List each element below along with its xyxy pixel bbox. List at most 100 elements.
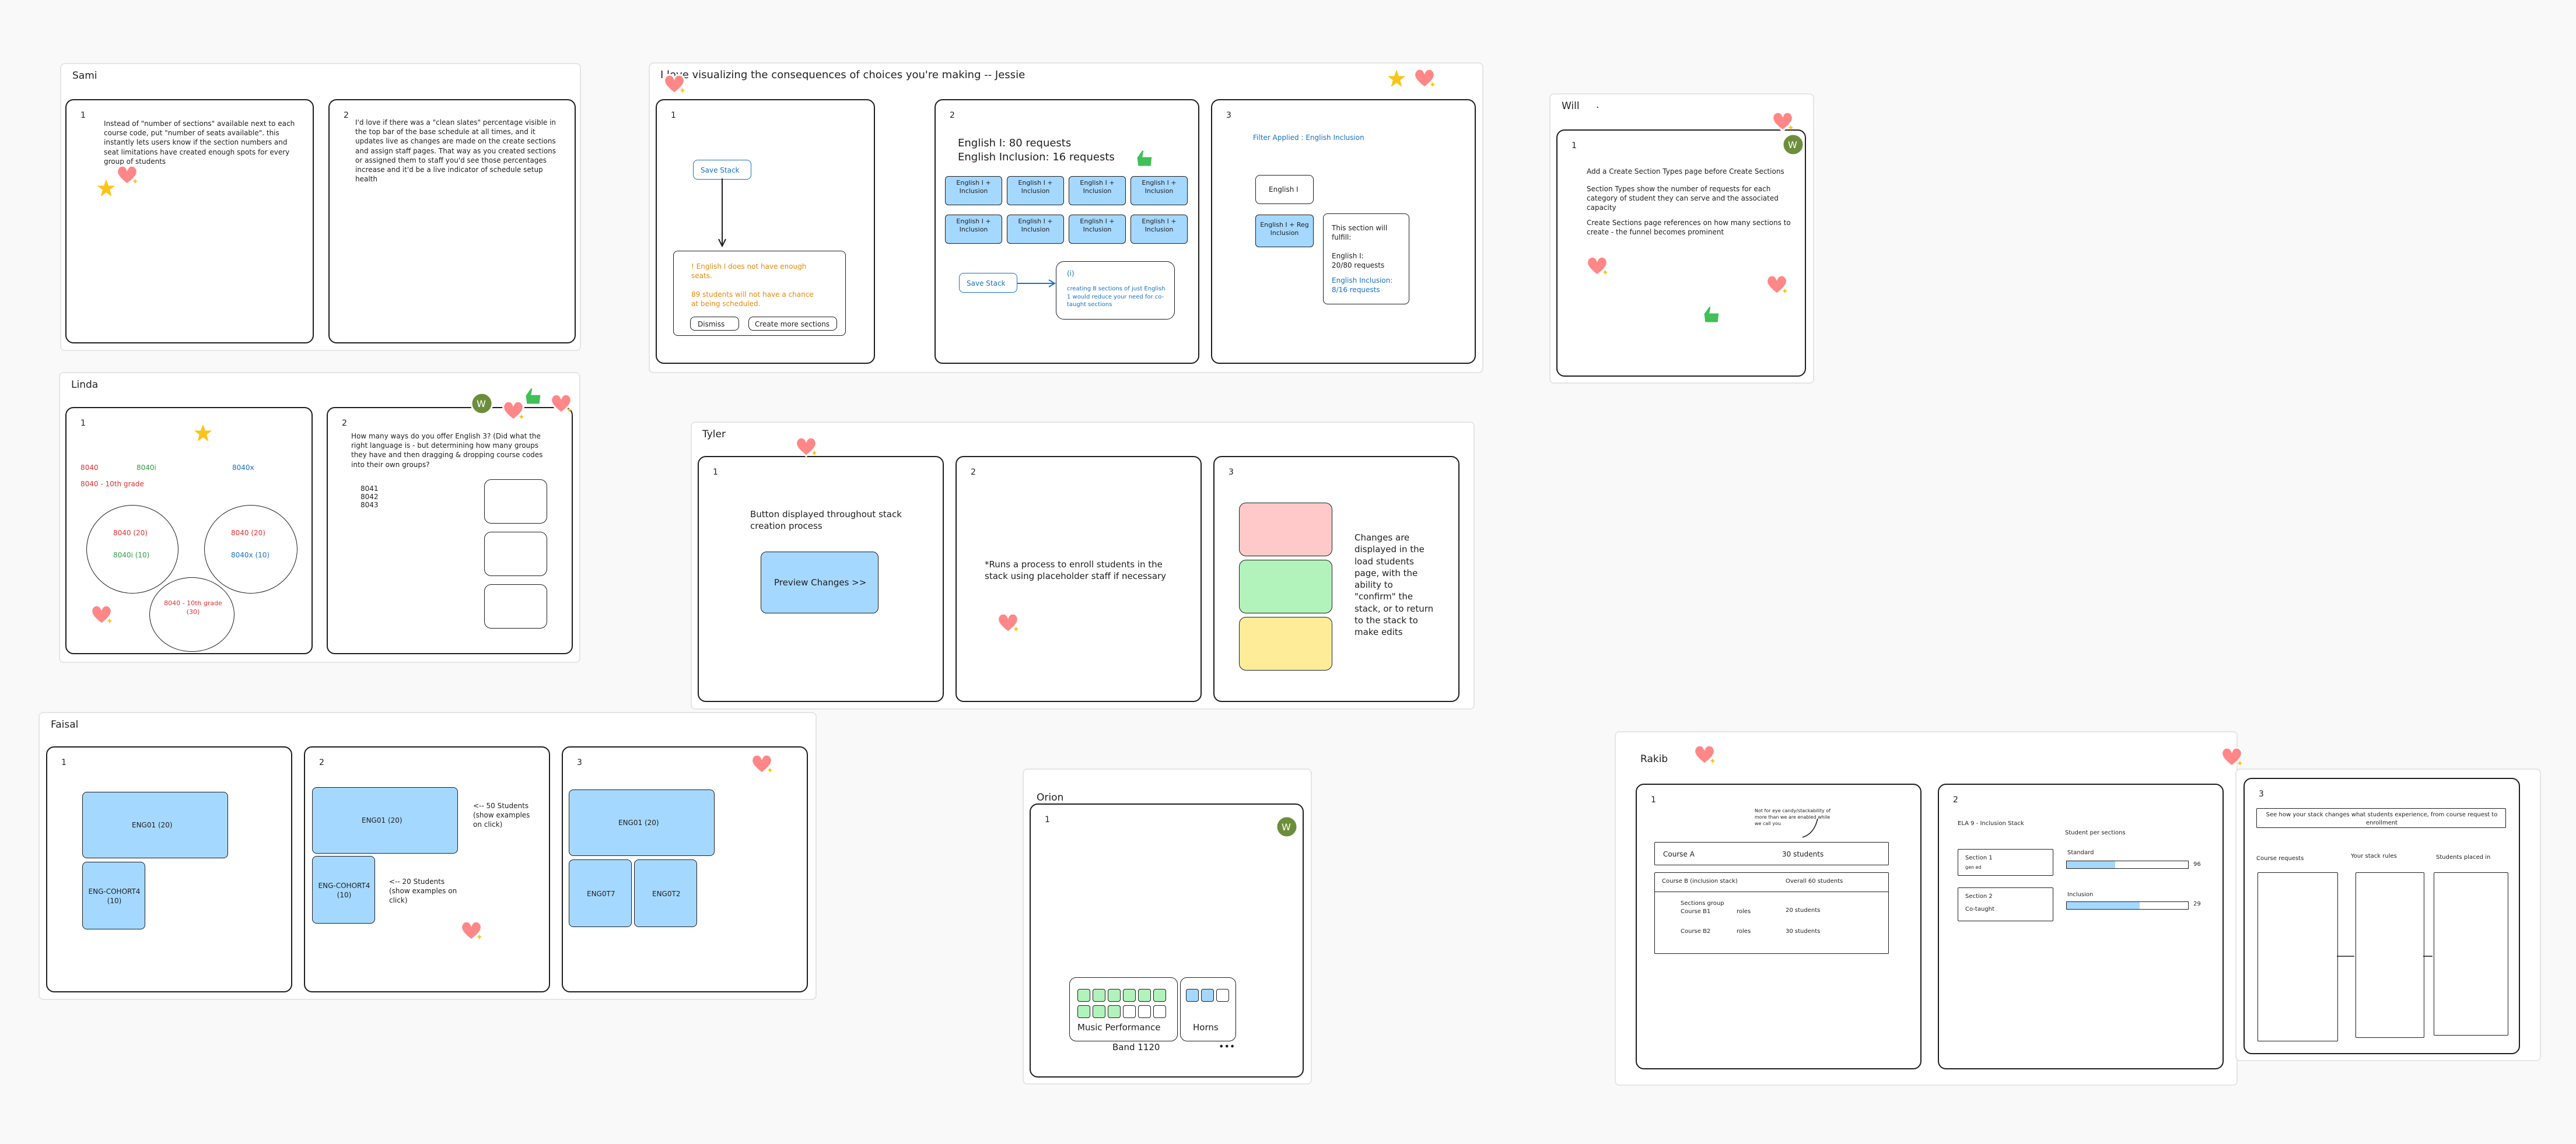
- svg-text:W: W: [1788, 139, 1797, 150]
- seat-cell[interactable]: [1153, 989, 1166, 1002]
- section-1-box[interactable]: Section 1 gen ed: [1958, 849, 2053, 876]
- frame-title: Will: [1562, 100, 1580, 112]
- card-3[interactable]: 3 See how your stack changes what studen…: [2244, 778, 2520, 1054]
- card-2[interactable]: 2 ELA 9 - Inclusion Stack Student per se…: [1938, 784, 2224, 1069]
- card-3[interactable]: 3 ENG01 (20) ENG0T7 ENG0T2: [562, 746, 808, 992]
- heart-icon: ✦: [1584, 254, 1610, 280]
- header-box: See how your stack changes what students…: [2256, 808, 2506, 828]
- card-number: 1: [80, 419, 86, 428]
- standard-progress-bar: [2066, 861, 2189, 869]
- inclusion-progress-bar: [2066, 901, 2189, 910]
- svg-text:✦: ✦: [679, 86, 686, 96]
- heart-icon: ✦: [548, 392, 574, 417]
- seat-cell[interactable]: [1077, 1005, 1090, 1018]
- create-more-sections-button[interactable]: Create more sections: [748, 317, 837, 331]
- section-cell[interactable]: English I + Inclusion: [1130, 215, 1188, 244]
- section-cell[interactable]: English I + Inclusion: [1069, 176, 1126, 205]
- card-number: 2: [319, 758, 324, 767]
- group-drop-box[interactable]: [484, 532, 547, 576]
- seat-cell[interactable]: [1186, 989, 1199, 1002]
- section-cell[interactable]: English I + Inclusion: [1069, 215, 1126, 244]
- group-circle[interactable]: [86, 505, 178, 594]
- thumbs-up-icon: [1699, 302, 1724, 330]
- card-3[interactable]: 3 Filter Applied : English Inclusion Eng…: [1211, 99, 1476, 364]
- card-1[interactable]: 1 Music Performance Horns Band 1120 •••: [1030, 803, 1304, 1078]
- card-1[interactable]: 1 Button displayed throughout stack crea…: [698, 456, 944, 702]
- course-block[interactable]: ENG-COHORT4 (10): [82, 862, 145, 929]
- svg-text:✦: ✦: [1787, 124, 1794, 133]
- card-2[interactable]: 2 ENG01 (20) <-- 50 Students (show examp…: [304, 746, 550, 992]
- card-1[interactable]: 1 Instead of "number of sections" availa…: [65, 99, 314, 343]
- more-menu-icon[interactable]: •••: [1219, 1040, 1235, 1053]
- section-cell[interactable]: English I + Inclusion: [1007, 176, 1064, 205]
- course-block[interactable]: ENG01 (20): [312, 787, 458, 854]
- section-cell[interactable]: English I + Inclusion: [1130, 176, 1188, 205]
- course-block[interactable]: ENG0T2: [634, 859, 697, 927]
- suggestion-note: (i) creating 8 sections of just English …: [1056, 261, 1175, 320]
- section-cell[interactable]: English I + Inclusion: [1007, 215, 1064, 244]
- heart-icon: ✦: [1764, 273, 1790, 299]
- frame-title: I love visualizing the consequences of c…: [660, 69, 1026, 81]
- english-reg-inclusion-box[interactable]: English I + Reg Inclusion: [1255, 215, 1314, 247]
- card-text: I'd love if there was a "clean slates" p…: [355, 118, 556, 184]
- frame-title: Tyler: [702, 429, 726, 440]
- seat-cell[interactable]: [1216, 989, 1229, 1002]
- course-block[interactable]: ENG01 (20): [82, 792, 228, 858]
- seat-cell[interactable]: [1123, 1005, 1136, 1018]
- section-2-box[interactable]: Section 2 Co-taught: [1958, 887, 2053, 921]
- card-number: 3: [577, 758, 582, 767]
- seat-cell[interactable]: [1108, 989, 1121, 1002]
- course-block[interactable]: ENG-COHORT4 (10): [312, 856, 375, 924]
- card-1[interactable]: 1 Not for eye candy/stackability of more…: [1636, 784, 1922, 1069]
- card-3[interactable]: 3 Changes are displayed in the load stud…: [1213, 456, 1460, 702]
- group-drop-box[interactable]: [484, 584, 547, 629]
- save-stack-button[interactable]: Save Stack: [693, 160, 751, 180]
- svg-text:✦: ✦: [132, 177, 139, 187]
- card-number: 1: [80, 111, 86, 120]
- card-number: 1: [61, 758, 66, 767]
- thumbs-up-icon: [520, 384, 546, 412]
- seat-cell[interactable]: [1201, 989, 1214, 1002]
- seat-cell[interactable]: [1093, 989, 1105, 1002]
- heading-english: English I: 80 requests: [958, 137, 1072, 149]
- card-number: 2: [950, 111, 955, 120]
- avatar-badge-icon: W: [470, 392, 494, 417]
- seat-cell[interactable]: [1108, 1005, 1121, 1018]
- card-text: Instead of "number of sections" availabl…: [104, 120, 295, 166]
- group-circle[interactable]: [204, 505, 298, 594]
- course-block[interactable]: ENG01 (20): [569, 789, 715, 856]
- stack-rules-column: [2356, 872, 2424, 1038]
- card-1[interactable]: 1 Save Stack ! English I does not have e…: [656, 99, 875, 364]
- course-b-box[interactable]: Course B (inclusion stack) Overall 60 st…: [1654, 872, 1889, 954]
- group-drop-box[interactable]: [484, 479, 547, 524]
- card-2[interactable]: 2 I'd love if there was a "clean slates"…: [328, 99, 576, 343]
- preview-changes-button[interactable]: Preview Changes >>: [761, 552, 878, 613]
- heart-icon: ✦: [89, 603, 114, 629]
- dismiss-button[interactable]: Dismiss: [690, 317, 739, 331]
- section-cell[interactable]: English I + Inclusion: [945, 176, 1002, 205]
- seat-cell[interactable]: [1138, 1005, 1151, 1018]
- seat-cell[interactable]: [1123, 989, 1136, 1002]
- card-number: 2: [1953, 795, 1958, 805]
- card-2[interactable]: 2 *Runs a process to enroll students in …: [956, 456, 1202, 702]
- seat-cell[interactable]: [1077, 989, 1090, 1002]
- section-cell[interactable]: English I + Inclusion: [945, 215, 1002, 244]
- heart-icon: ✦: [793, 435, 819, 461]
- red-result-box: [1239, 503, 1332, 556]
- course-block[interactable]: ENG0T7: [569, 859, 632, 927]
- seat-cell[interactable]: [1093, 1005, 1105, 1018]
- card-2[interactable]: 2 English I: 80 requests English Inclusi…: [935, 99, 1199, 364]
- svg-text:✦: ✦: [518, 413, 525, 422]
- green-result-box: [1239, 560, 1332, 613]
- card-1[interactable]: 1 Add a Create Section Types page before…: [1556, 129, 1806, 377]
- card-1[interactable]: 1 ENG01 (20) ENG-COHORT4 (10): [46, 746, 292, 992]
- seat-cell[interactable]: [1153, 1005, 1166, 1018]
- english-i-box[interactable]: English I: [1255, 175, 1314, 204]
- course-a-row[interactable]: Course A 30 students: [1654, 842, 1889, 865]
- seat-cell[interactable]: [1138, 989, 1151, 1002]
- card-2[interactable]: 2 How many ways do you offer English 3? …: [327, 407, 573, 654]
- save-stack-button[interactable]: Save Stack: [959, 273, 1017, 293]
- avatar-badge-icon: W: [1782, 133, 1805, 159]
- heart-icon: ✦: [749, 752, 775, 778]
- card-number: 2: [344, 111, 349, 120]
